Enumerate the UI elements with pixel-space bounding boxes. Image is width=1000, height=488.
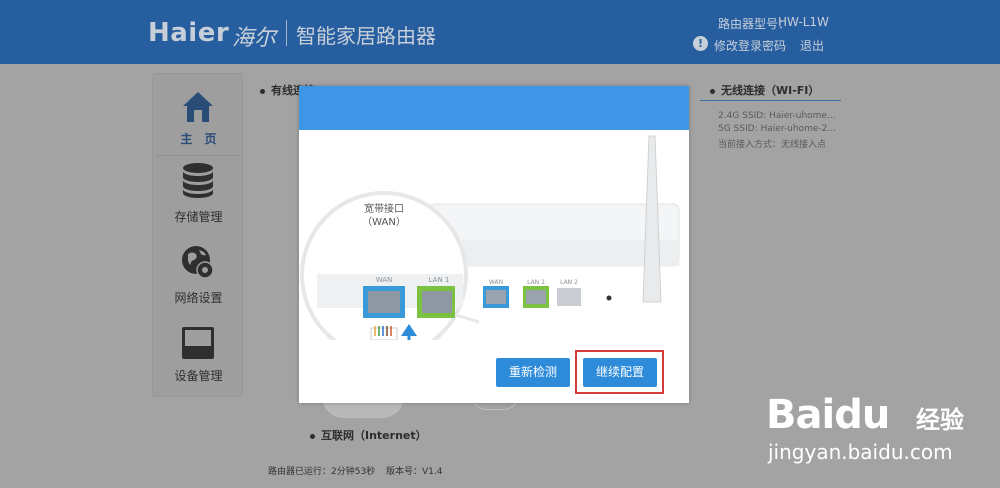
home-icon [183,92,213,122]
sidebar-nav: 主 页 存储管理 网络设置 设备管理 [152,73,243,397]
port-title-line2: （WAN） [362,216,406,228]
bullet-dot [310,433,315,439]
sidebar-item-storage[interactable]: 存储管理 [153,158,244,236]
wifi-connection-title: 无线连接（WI-FI） [710,82,819,98]
alert-icon: ! [693,36,708,51]
haier-logo: Haier [148,18,230,48]
sidebar-item-network[interactable]: 网络设置 [153,238,244,316]
internet-label: 互联网（Internet） [310,427,427,443]
port-lan1-label: LAN 1 [429,276,450,284]
router-port-wan-label: WAN [489,279,503,286]
nav-divider [157,155,240,156]
sidebar-item-devices[interactable]: 设备管理 [153,316,244,394]
sidebar-item-label: 网络设置 [174,291,223,305]
globe-gear-icon [182,246,214,279]
product-name: 智能家居路由器 [296,24,436,48]
watermark-brand-cn: 经验 [916,406,964,434]
uptime-status: 路由器已运行：2分钟53秒 [268,467,376,477]
highlight-box [575,350,664,394]
sidebar-item-label: 主 页 [180,132,217,146]
model-value: HW-L1W [778,15,829,29]
port-wan-label: WAN [376,276,393,284]
wan-cable-illustration: WAN LAN 1 LAN 2 宽带接口 （WAN） WAN LAN 1 [300,135,680,340]
top-header: Haier 海尔 智能家居路由器 路由器型号： HW-L1W ! 修改登录密码 … [0,0,1000,64]
sidebar-item-label: 设备管理 [174,369,223,383]
device-icon [182,327,214,359]
watermark-brand: Baidu [766,392,890,438]
router-port-lan2-label: LAN 2 [560,279,578,286]
bullet-dot [260,88,265,94]
logo-divider [286,20,287,46]
sidebar-item-home[interactable]: 主 页 [153,74,244,152]
firmware-version: 版本号：V1.4 [386,467,443,477]
logout-link[interactable]: 退出 [800,37,824,54]
change-password-link[interactable]: 修改登录密码 [714,37,786,54]
router-port-lan1-label: LAN 1 [527,279,545,286]
wan-detect-dialog: WAN LAN 1 LAN 2 宽带接口 （WAN） WAN LAN 1 重新检… [299,86,689,403]
wifi-ssid-24g: 2.4G SSID: Haier-uhome... [718,111,836,121]
dialog-header [299,86,689,130]
wifi-ssid-5g: 5G SSID: Haier-uhome-2... [718,124,836,134]
redetect-button[interactable]: 重新检测 [496,358,570,387]
bullet-dot [710,88,715,94]
wifi-underline [700,100,841,101]
watermark-url: jingyan.baidu.com [768,440,953,464]
database-icon [183,163,213,198]
haier-logo-cn: 海尔 [232,26,277,51]
port-title-line1: 宽带接口 [364,202,404,215]
wifi-access-mode: 当前接入方式：无线接入点 [718,140,827,150]
sidebar-item-label: 存储管理 [174,210,223,224]
